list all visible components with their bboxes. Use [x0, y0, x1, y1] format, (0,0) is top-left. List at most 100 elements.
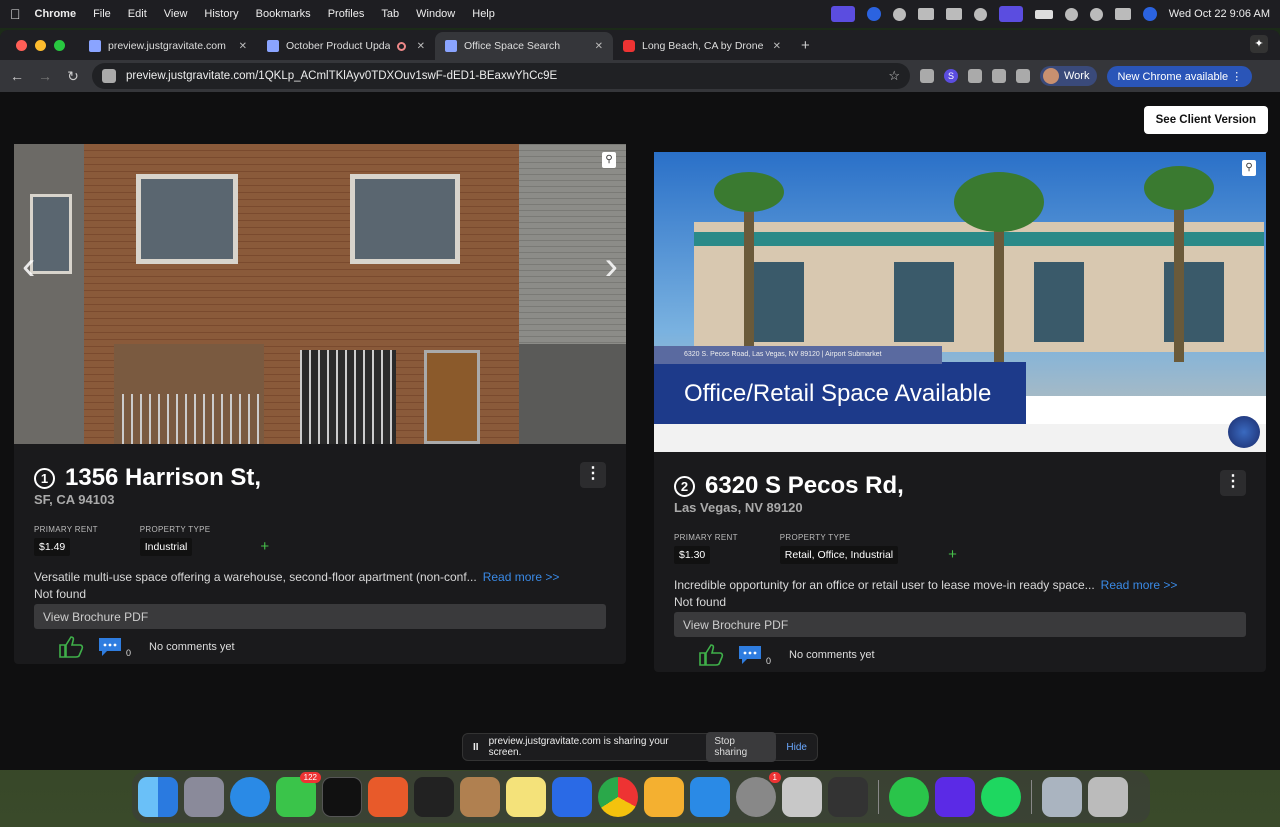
- pin-icon[interactable]: ⚲: [1242, 160, 1256, 176]
- menubar-clock[interactable]: Wed Oct 22 9:06 AM: [1169, 8, 1270, 20]
- finder-icon[interactable]: [138, 777, 178, 817]
- downloads-stack-icon[interactable]: [1042, 777, 1082, 817]
- minimize-window-button[interactable]: [35, 40, 46, 51]
- view-brochure-button[interactable]: View Brochure PDF: [34, 604, 606, 629]
- tab-office-space-search[interactable]: Office Space Search ✕: [435, 32, 613, 60]
- launchpad-icon[interactable]: [184, 777, 224, 817]
- profile-button[interactable]: Work: [1040, 66, 1098, 86]
- app-status-icon[interactable]: [917, 8, 934, 20]
- mac-menubar:  Chrome File Edit View History Bookmark…: [0, 0, 1280, 28]
- notion-cube-icon[interactable]: [414, 777, 454, 817]
- spotlight-search-icon[interactable]: [1089, 7, 1103, 21]
- menu-edit[interactable]: Edit: [128, 8, 147, 20]
- chrome-update-button[interactable]: New Chrome available ⋮: [1107, 65, 1253, 87]
- stop-sharing-button[interactable]: Stop sharing: [706, 732, 777, 762]
- close-tab-icon[interactable]: ✕: [417, 41, 425, 52]
- menu-app-name[interactable]: Chrome: [35, 8, 77, 20]
- play-status-icon[interactable]: [973, 7, 987, 21]
- apple-icon[interactable]: : [10, 6, 21, 22]
- site-settings-icon[interactable]: [102, 69, 116, 83]
- menu-tab[interactable]: Tab: [381, 8, 399, 20]
- trash-icon[interactable]: [1088, 777, 1128, 817]
- read-more-link[interactable]: Read more >>: [1101, 578, 1178, 592]
- comments-icon[interactable]: [738, 645, 762, 665]
- siri-icon[interactable]: [1142, 7, 1157, 21]
- tab-preview[interactable]: preview.justgravitate.com ✕: [79, 32, 257, 60]
- battery-icon[interactable]: [1034, 9, 1053, 19]
- messages-icon[interactable]: 122: [276, 772, 321, 817]
- see-client-version-button[interactable]: See Client Version: [1143, 106, 1268, 134]
- layers-app-icon[interactable]: [828, 777, 868, 817]
- back-icon[interactable]: ←: [8, 68, 26, 84]
- tab-october-update[interactable]: October Product Update ✕: [257, 32, 435, 60]
- tab-long-beach-drone[interactable]: Long Beach, CA by Drone - Y ✕: [613, 32, 791, 60]
- view-brochure-button[interactable]: View Brochure PDF: [674, 612, 1246, 637]
- menu-history[interactable]: History: [204, 8, 238, 20]
- menu-help[interactable]: Help: [472, 8, 495, 20]
- thumbs-up-icon[interactable]: [58, 635, 84, 659]
- address-bar[interactable]: preview.justgravitate.com/1QKLp_ACmlTKlA…: [92, 63, 910, 89]
- control-center-icon[interactable]: [1114, 8, 1131, 20]
- menu-profiles[interactable]: Profiles: [328, 8, 365, 20]
- whatsapp-icon[interactable]: [889, 777, 929, 817]
- media-controls-icon[interactable]: [1016, 69, 1030, 83]
- menu-view[interactable]: View: [164, 8, 188, 20]
- pause-icon[interactable]: II: [473, 742, 479, 753]
- chrome-icon[interactable]: [598, 777, 638, 817]
- property-type-value[interactable]: Retail, Office, Industrial: [779, 546, 899, 564]
- cast-icon[interactable]: [992, 69, 1006, 83]
- iphone-mirroring-icon[interactable]: [782, 777, 822, 817]
- add-field-icon[interactable]: +: [948, 546, 957, 563]
- bookmark-star-icon[interactable]: ☆: [888, 68, 900, 84]
- zoom-window-button[interactable]: [54, 40, 65, 51]
- carousel-prev-icon[interactable]: ‹: [22, 244, 35, 289]
- brave-icon[interactable]: [368, 777, 408, 817]
- menu-file[interactable]: File: [93, 8, 111, 20]
- close-tab-icon[interactable]: ✕: [773, 41, 781, 52]
- vpn-status-icon[interactable]: [892, 7, 906, 21]
- gemini-icon[interactable]: ✦: [1250, 35, 1268, 53]
- listing-more-menu-button[interactable]: ⋮: [580, 462, 606, 488]
- zoom-status-icon[interactable]: [866, 7, 881, 21]
- forward-icon[interactable]: →: [36, 68, 54, 84]
- extension-icon[interactable]: [920, 69, 934, 83]
- s-app-icon[interactable]: [935, 777, 975, 817]
- safari-icon[interactable]: [230, 777, 270, 817]
- box-status-icon[interactable]: [945, 8, 962, 20]
- listing-more-menu-button[interactable]: ⋮: [1220, 470, 1246, 496]
- rent-value[interactable]: $1.49: [34, 538, 71, 556]
- hide-sharing-bar-button[interactable]: Hide: [786, 742, 807, 753]
- thumbs-up-icon[interactable]: [698, 643, 724, 667]
- pin-icon[interactable]: ⚲: [602, 152, 616, 168]
- zoom-icon[interactable]: [552, 777, 592, 817]
- carousel-next-icon[interactable]: ›: [605, 244, 618, 289]
- terminal-icon[interactable]: [322, 777, 362, 817]
- url-text[interactable]: preview.justgravitate.com/1QKLp_ACmlTKlA…: [126, 70, 557, 82]
- spotify-icon[interactable]: [981, 777, 1021, 817]
- screen-share-status-icon[interactable]: [830, 6, 855, 22]
- contacts-icon[interactable]: [460, 777, 500, 817]
- wifi-icon[interactable]: [1064, 7, 1078, 21]
- menu-window[interactable]: Window: [416, 8, 455, 20]
- rent-value[interactable]: $1.30: [674, 546, 711, 564]
- close-tab-icon[interactable]: ✕: [239, 41, 247, 52]
- s-extension-icon[interactable]: S: [944, 69, 958, 83]
- menu-bookmarks[interactable]: Bookmarks: [256, 8, 311, 20]
- close-window-button[interactable]: [16, 40, 27, 51]
- property-type-value[interactable]: Industrial: [139, 538, 193, 556]
- dock-separator: [878, 780, 879, 814]
- listing-photo-carousel[interactable]: 6320 S. Pecos Road, Las Vegas, NV 89120 …: [654, 152, 1266, 452]
- notes-icon[interactable]: [506, 777, 546, 817]
- reload-icon[interactable]: ↻: [64, 68, 82, 85]
- system-settings-icon[interactable]: 1: [736, 772, 781, 817]
- app-store-icon[interactable]: [690, 777, 730, 817]
- new-tab-button[interactable]: +: [801, 37, 810, 54]
- listing-photo-carousel[interactable]: ‹ › ⚲: [14, 144, 626, 444]
- mail-app-icon[interactable]: [644, 777, 684, 817]
- close-tab-icon[interactable]: ✕: [595, 41, 603, 52]
- screens-status-icon[interactable]: [998, 6, 1023, 22]
- extensions-puzzle-icon[interactable]: [968, 69, 982, 83]
- read-more-link[interactable]: Read more >>: [483, 570, 560, 584]
- comments-icon[interactable]: [98, 637, 122, 657]
- add-field-icon[interactable]: +: [260, 538, 269, 555]
